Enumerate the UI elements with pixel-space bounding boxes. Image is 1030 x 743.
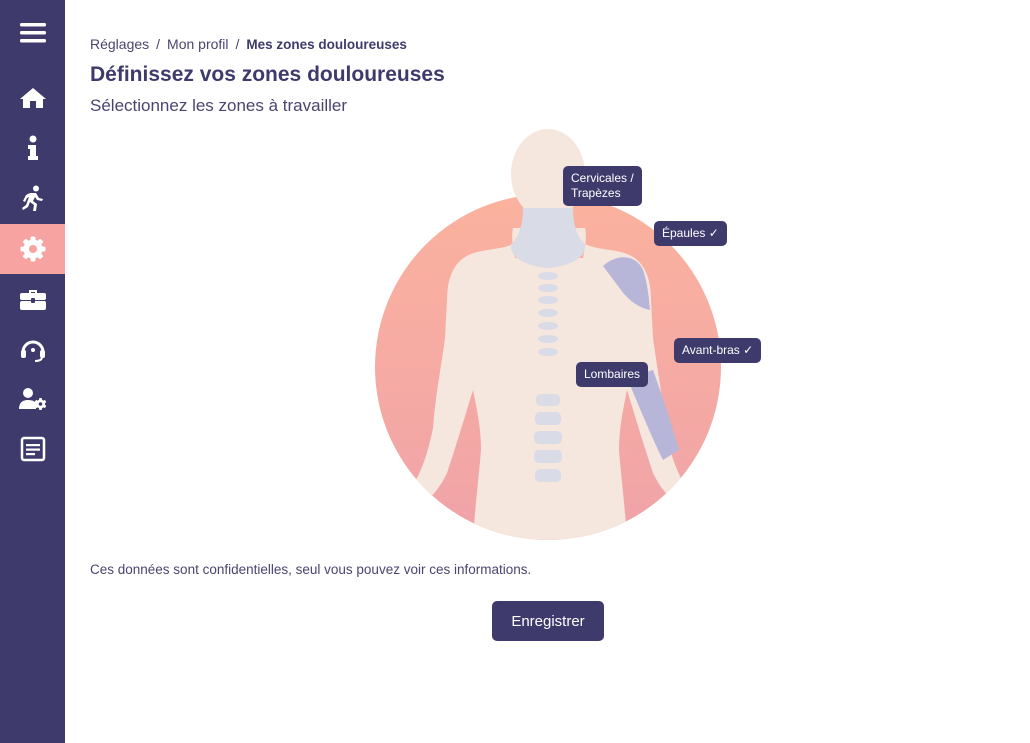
zone-tag-avant-bras-label: Avant-bras ✓ [682,343,754,357]
page-title: Définissez vos zones douloureuses [90,63,445,86]
nav-user-settings[interactable] [0,374,65,424]
privacy-note: Ces données sont confidentielles, seul v… [90,562,532,577]
nav-home[interactable] [0,73,65,123]
breadcrumb-separator: / [235,36,240,52]
spine [538,225,558,356]
breadcrumb: Réglages / Mon profil / Mes zones douloureus… [90,36,407,52]
page-subtitle: Sélectionnez les zones à travailler [90,96,348,115]
zone-tag-avant-bras[interactable]: Avant-bras ✓ [674,338,762,363]
zone-tag-cervicales-line1: Cervicales / [571,171,634,185]
zone-tag-lombaires[interactable]: Lombaires [576,362,649,387]
breadcrumb-reglages[interactable]: Réglages [90,36,149,52]
save-button[interactable]: Enregistrer [492,601,604,641]
briefcase-icon [19,290,46,310]
headset-icon [20,340,45,362]
info-icon [27,135,38,160]
home-icon [19,88,46,108]
zone-tag-epaules-label: Épaules ✓ [662,226,719,240]
document-icon [20,436,45,462]
user-gear-icon [18,388,46,410]
nav-document[interactable] [0,424,65,474]
breadcrumb-mon-profil[interactable]: Mon profil [167,36,228,52]
nav-info[interactable] [0,123,65,173]
zone-tag-epaules[interactable]: Épaules ✓ [654,221,727,246]
body-zone-selector: Cervicales / Trapèzes Épaules ✓ Avant-br… [373,128,762,540]
zone-tag-cervicales-line2: Trapèzes [571,186,621,200]
nav-settings[interactable] [0,224,65,274]
zone-tag-cervicales[interactable]: Cervicales / Trapèzes [563,166,642,206]
menu-icon [19,23,46,43]
menu-button[interactable] [0,8,65,58]
breadcrumb-separator: / [156,36,161,52]
gear-icon [20,236,45,262]
zone-tag-lombaires-label: Lombaires [584,367,641,381]
nav-activity[interactable] [0,173,65,223]
main-content: Réglages / Mon profil / Mes zones douloureus… [65,0,1030,743]
nav-support[interactable] [0,324,65,374]
nav-briefcase[interactable] [0,274,65,324]
sidebar [0,0,65,743]
running-icon [21,185,43,211]
breadcrumb-current: Mes zones douloureuses [246,37,407,52]
body-illustration [375,129,721,540]
